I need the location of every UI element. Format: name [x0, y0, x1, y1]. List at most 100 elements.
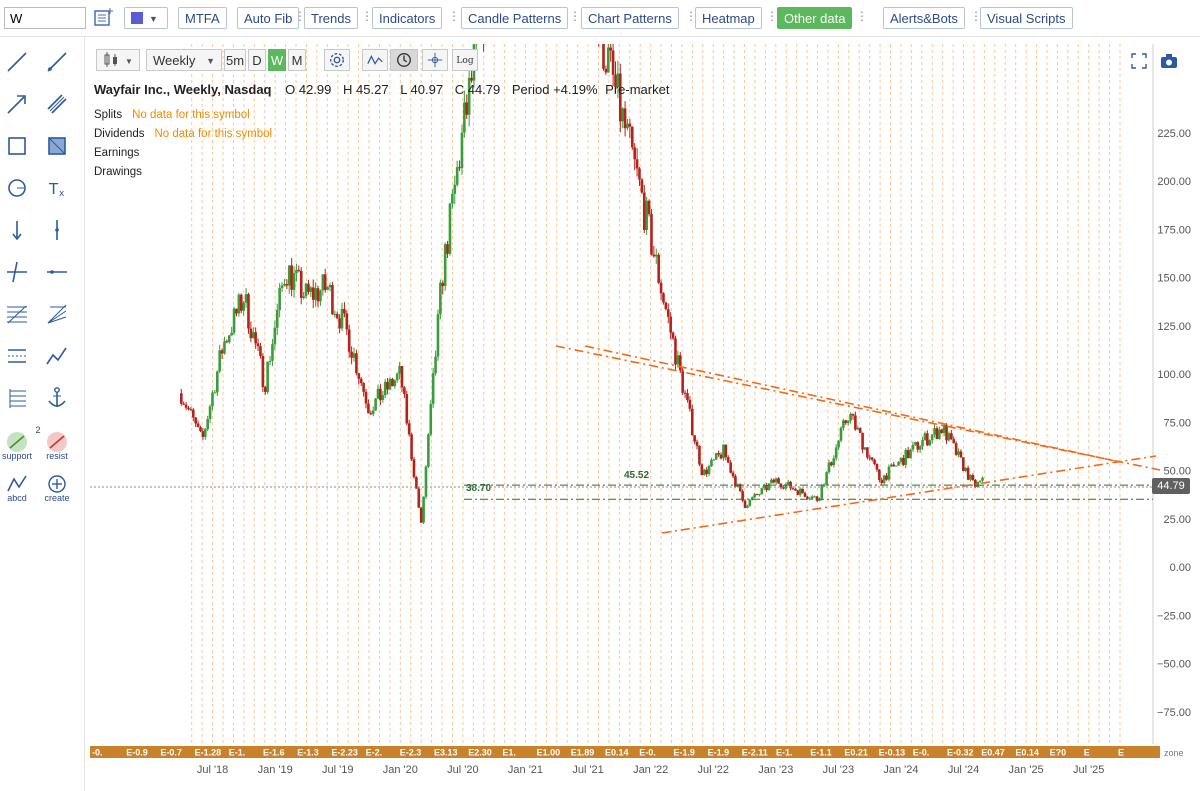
- candle-body: [191, 409, 195, 418]
- fib-fan-icon[interactable]: [44, 301, 70, 327]
- candle-body: [801, 488, 804, 494]
- candle-body: [940, 429, 944, 433]
- range-icon[interactable]: [4, 343, 30, 369]
- candle-menu-icon[interactable]: ⋮: [569, 9, 581, 23]
- levels-icon[interactable]: [4, 385, 30, 411]
- candle-body: [957, 451, 960, 455]
- abcd-label: abcd: [7, 493, 27, 503]
- text-tool-icon[interactable]: Tx: [44, 175, 70, 201]
- arrow-down-icon[interactable]: [4, 217, 30, 243]
- candle-body: [894, 465, 898, 467]
- interval-5m-button[interactable]: 5m: [224, 49, 246, 71]
- symbol-input[interactable]: [4, 7, 86, 29]
- fib-retracement-icon[interactable]: [4, 301, 30, 327]
- arrow-line-icon[interactable]: [4, 91, 30, 117]
- candle-body: [254, 332, 257, 344]
- price-tick-label: 100.00: [1157, 369, 1191, 381]
- candle-body: [954, 443, 958, 455]
- mtfa-button[interactable]: MTFA: [178, 7, 227, 29]
- time-tick-label: Jul '23: [823, 764, 854, 776]
- candle-body: [959, 451, 963, 458]
- polyline-icon[interactable]: [44, 343, 70, 369]
- alerts-bots-button[interactable]: Alerts&Bots: [883, 7, 965, 29]
- legend-period: Period +4.19%: [511, 82, 598, 97]
- candle-body: [911, 444, 915, 450]
- candle-body: [345, 313, 349, 330]
- filled-rectangle-icon[interactable]: [44, 133, 70, 159]
- candle-body: [412, 459, 416, 478]
- chart-patterns-menu-icon[interactable]: ⋮: [685, 9, 697, 23]
- clock-icon[interactable]: [390, 49, 418, 71]
- crosshair-icon[interactable]: [422, 49, 448, 71]
- candle-body: [827, 462, 831, 473]
- trends-menu-icon[interactable]: ⋮: [294, 9, 306, 23]
- cross-line-icon[interactable]: [4, 259, 30, 285]
- interval-select[interactable]: Weekly ▼: [146, 49, 222, 71]
- candle-body: [846, 420, 850, 424]
- candle-body: [695, 441, 699, 446]
- candle-body: [227, 335, 231, 343]
- svg-text:T: T: [48, 180, 59, 198]
- candle-patterns-button[interactable]: Candle Patterns: [461, 7, 569, 29]
- trends-button[interactable]: Trends: [304, 7, 358, 29]
- overlay-drawings[interactable]: Drawings: [94, 166, 142, 178]
- indicators-menu-icon[interactable]: ⋮: [448, 9, 460, 23]
- earnings-label: E-0.13: [879, 748, 906, 758]
- rectangle-icon[interactable]: [4, 133, 30, 159]
- heatmap-menu-icon[interactable]: ⋮: [766, 9, 778, 23]
- log-scale-button[interactable]: Log: [452, 49, 478, 71]
- candle-body: [746, 505, 749, 508]
- candle-body: [455, 167, 459, 185]
- auto-fib-button[interactable]: Auto Fib: [237, 7, 300, 29]
- overlay-earnings[interactable]: Earnings: [94, 147, 139, 159]
- other-data-menu-icon[interactable]: ⋮: [856, 9, 868, 23]
- camera-icon[interactable]: [1159, 52, 1179, 70]
- heatmap-button[interactable]: Heatmap: [695, 7, 762, 29]
- candle-body: [796, 490, 800, 495]
- anchor-icon[interactable]: [44, 385, 70, 411]
- candle-body: [830, 462, 833, 466]
- chart-canvas[interactable]: 225.00 200.00 175.00 150.00 125.00 100.00 75.0…: [86, 44, 1200, 791]
- candle-body: [295, 269, 298, 274]
- color-picker-button[interactable]: ▼: [124, 7, 168, 29]
- candle-body: [906, 450, 910, 459]
- fullscreen-icon[interactable]: [1130, 52, 1148, 70]
- candle-body: [621, 108, 624, 122]
- candle-body: [897, 461, 900, 466]
- candle-body: [666, 309, 670, 317]
- candle-body: [405, 394, 409, 424]
- other-data-button[interactable]: Other data: [777, 7, 853, 29]
- watchlist-icon[interactable]: [90, 5, 116, 31]
- ray-line-icon[interactable]: [44, 49, 70, 75]
- indicator-wave-icon[interactable]: [362, 49, 388, 71]
- candle-body: [263, 387, 267, 392]
- interval-d-button[interactable]: D: [248, 49, 266, 71]
- trend-line-upper-2: [584, 345, 1121, 463]
- trends-more-icon[interactable]: ⋮: [361, 9, 373, 23]
- trend-line-icon[interactable]: [4, 49, 30, 75]
- overlay-dividends[interactable]: Dividends No data for this symbol: [94, 128, 272, 140]
- parallel-channel-icon[interactable]: [44, 91, 70, 117]
- candle-body: [714, 453, 718, 460]
- horizontal-line-icon[interactable]: [44, 259, 70, 285]
- candle-body: [928, 440, 932, 446]
- candle-body: [199, 427, 202, 432]
- candle-body: [938, 429, 941, 440]
- circle-icon[interactable]: [4, 175, 30, 201]
- settings-gear-icon[interactable]: [324, 49, 350, 71]
- alerts-menu-icon[interactable]: ⋮: [970, 9, 982, 23]
- visual-scripts-button[interactable]: Visual Scripts: [980, 7, 1073, 29]
- chart-type-button[interactable]: ▼: [96, 49, 140, 71]
- vertical-line-icon[interactable]: [44, 217, 70, 243]
- candle-body: [633, 147, 636, 160]
- candle-body: [307, 283, 310, 292]
- interval-m-button[interactable]: M: [288, 49, 306, 71]
- chart-patterns-button[interactable]: Chart Patterns: [581, 7, 679, 29]
- price-chart[interactable]: 225.00 200.00 175.00 150.00 125.00 100.00 75.0…: [86, 44, 1200, 791]
- overlay-splits[interactable]: Splits No data for this symbol: [94, 109, 250, 121]
- interval-w-button[interactable]: W: [268, 49, 286, 71]
- indicators-button[interactable]: Indicators: [372, 7, 443, 29]
- candle-body: [854, 415, 857, 430]
- candle-body: [299, 270, 303, 298]
- candle-body: [309, 287, 313, 292]
